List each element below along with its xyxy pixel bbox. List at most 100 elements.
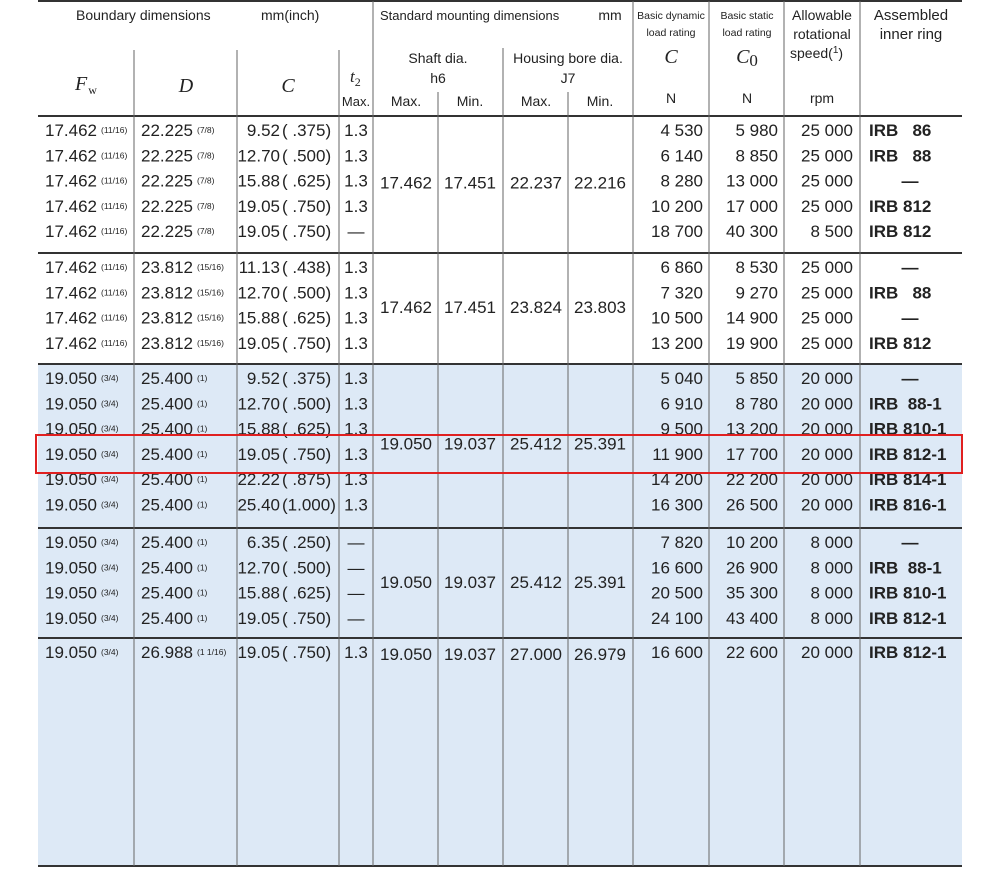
d-value: 25.400 — [141, 496, 193, 515]
dynamic-load-value: 16 300 — [651, 496, 703, 515]
housing-min-value: 25.391 — [574, 573, 626, 592]
table-row: 17.462 (11/16) 22.225 (7/8) 12.70( .500) 1.3 6… — [45, 146, 931, 165]
d-value: 25.400 — [141, 369, 193, 388]
d-value: 22.225 — [141, 222, 193, 241]
speed-value: 25 000 — [801, 283, 853, 302]
c-value: 15.88 — [237, 309, 280, 328]
d-value: 23.812 — [141, 258, 193, 277]
static-load-value: 43 400 — [726, 609, 778, 628]
static-load-value: 17 000 — [726, 197, 778, 216]
dynamic-rating-unit: N — [666, 90, 676, 106]
c-inch-value: ( .625) — [282, 309, 331, 328]
inner-ring-value: IRB 812-1 — [869, 445, 946, 464]
inner-ring-value: IRB 88-1 — [869, 394, 942, 413]
housing-max-value: 22.237 — [510, 174, 562, 193]
d-inch-fraction: (1) — [197, 373, 208, 383]
dynamic-load-value: 16 600 — [651, 558, 703, 577]
housing-tolerance: J7 — [561, 70, 576, 86]
inner-ring-value: IRB 88 — [869, 283, 931, 302]
t2-max-label: Max. — [342, 94, 370, 109]
speed-line3: speed(1) — [790, 45, 843, 61]
static-rating-line1: Basic static — [720, 10, 773, 22]
static-load-value: 8 850 — [735, 146, 778, 165]
housing-min-value: 25.391 — [574, 434, 626, 453]
t2-value: 1.3 — [344, 643, 368, 662]
t2-value: 1.3 — [344, 369, 368, 388]
static-load-value: 8 780 — [735, 394, 778, 413]
speed-value: 8 000 — [810, 558, 853, 577]
dynamic-load-value: 7 320 — [660, 283, 703, 302]
dynamic-rating-symbol: C — [664, 46, 678, 68]
static-load-value: 19 900 — [726, 334, 778, 353]
d-inch-fraction: (7/8) — [197, 176, 215, 186]
housing-min-label: Min. — [587, 93, 613, 109]
d-inch-fraction: (15/16) — [197, 287, 224, 297]
speed-value: 20 000 — [801, 643, 853, 662]
c-value: 19.05 — [237, 643, 280, 662]
c-value: 25.40 — [237, 496, 280, 515]
inner-ring-value: IRB 88-1 — [869, 558, 942, 577]
d-inch-fraction: (7/8) — [197, 226, 215, 236]
fw-value: 19.050 — [45, 643, 97, 662]
static-load-value: 26 900 — [726, 558, 778, 577]
shaft-max-value: 17.462 — [380, 298, 432, 317]
d-inch-fraction: (7/8) — [197, 201, 215, 211]
d-value: 22.225 — [141, 146, 193, 165]
c-value: 19.05 — [237, 609, 280, 628]
c-value: 19.05 — [237, 197, 280, 216]
fw-inch-fraction: (11/16) — [101, 287, 127, 297]
housing-min-value: 26.979 — [574, 645, 626, 664]
dynamic-load-value: 10 500 — [651, 309, 703, 328]
boundary-unit: mm(inch) — [261, 7, 319, 23]
c-inch-value: ( .750) — [282, 222, 331, 241]
d-value: 25.400 — [141, 558, 193, 577]
c-inch-value: ( .500) — [282, 146, 331, 165]
inner-ring-value: IRB 812-1 — [869, 609, 946, 628]
c-inch-value: ( .375) — [282, 121, 331, 140]
speed-value: 20 000 — [801, 445, 853, 464]
t2-value: — — [348, 222, 365, 241]
shaft-title: Shaft dia. — [408, 50, 467, 66]
c-inch-value: ( .500) — [282, 394, 331, 413]
dynamic-load-value: 7 820 — [660, 533, 703, 552]
fw-inch-fraction: (11/16) — [101, 226, 127, 236]
c-inch-value: ( .500) — [282, 558, 331, 577]
fw-value: 17.462 — [45, 334, 97, 353]
t2-value: 1.3 — [344, 445, 368, 464]
dynamic-load-value: 11 900 — [652, 445, 703, 464]
fw-inch-fraction: (11/16) — [101, 150, 127, 160]
c-value: 9.52 — [247, 369, 280, 388]
t2-value: 1.3 — [344, 258, 368, 277]
c-value: 9.52 — [247, 121, 280, 140]
speed-value: 8 000 — [810, 533, 853, 552]
speed-value: 25 000 — [801, 309, 853, 328]
fw-inch-fraction: (11/16) — [101, 176, 127, 186]
d-inch-fraction: (15/16) — [197, 262, 224, 272]
t2-value: 1.3 — [344, 394, 368, 413]
shaft-min-value: 17.451 — [444, 174, 496, 193]
speed-value: 8 000 — [810, 609, 853, 628]
c-inch-value: ( .750) — [282, 445, 331, 464]
table-row: 17.462 (11/16) 23.812 (15/16) 11.13( .438) 1.… — [45, 258, 919, 277]
c-value: 15.88 — [237, 584, 280, 603]
fw-value: 19.050 — [45, 609, 97, 628]
c-value: 12.70 — [237, 394, 280, 413]
t2-value: — — [348, 609, 365, 628]
d-inch-fraction: (1) — [197, 613, 208, 623]
d-inch-fraction: (1) — [197, 588, 208, 598]
fw-value: 17.462 — [45, 172, 97, 191]
dynamic-load-value: 18 700 — [651, 222, 703, 241]
table-row: 17.462 (11/16) 22.225 (7/8) 19.05( .750) — 18 … — [45, 222, 931, 241]
t2-value: 1.3 — [344, 283, 368, 302]
inner-ring-value: IRB 812 — [869, 197, 931, 216]
c-inch-value: ( .750) — [282, 334, 331, 353]
static-load-value: 14 900 — [726, 309, 778, 328]
c-value: 12.70 — [237, 283, 280, 302]
bearing-dimension-table: Boundary dimensions mm(inch) Fw D C t2 M… — [35, 0, 963, 867]
fw-value: 17.462 — [45, 121, 97, 140]
inner-ring-value: IRB 88 — [869, 146, 931, 165]
d-inch-fraction: (1 1/16) — [197, 647, 226, 657]
c-value: 19.05 — [237, 334, 280, 353]
inner-ring-value: IRB 812-1 — [869, 643, 946, 662]
shaft-min-label: Min. — [457, 93, 483, 109]
